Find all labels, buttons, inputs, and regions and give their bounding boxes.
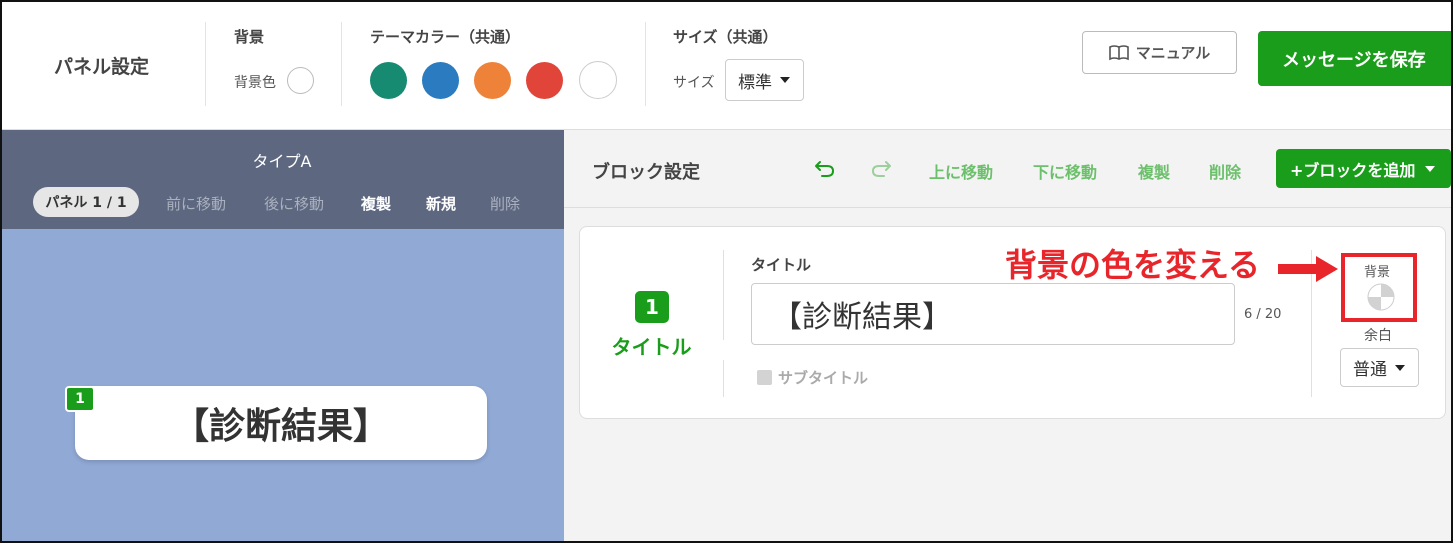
size-group-label: サイズ（共通） (673, 28, 778, 46)
divider (205, 22, 206, 106)
padding-select-value: 普通 (1353, 360, 1387, 380)
subtitle-toggle[interactable]: サブタイトル (757, 367, 868, 388)
save-message-button[interactable]: メッセージを保存 (1258, 31, 1453, 86)
subtitle-checkbox[interactable] (757, 370, 772, 385)
title-field-label: タイトル (751, 256, 812, 274)
book-icon (1108, 44, 1129, 61)
preview-title-block[interactable]: 【診断結果】 (75, 386, 487, 460)
theme-color-swatch-white[interactable] (579, 61, 617, 99)
block-settings-toolbar: ブロック設定 上に移動 下に移動 複製 削除 +ブロックを追加 (564, 130, 1453, 208)
panel-settings-header: パネル設定 背景 背景色 テーマカラー（共通） サイズ（共通） サイズ 標準 マ… (0, 0, 1453, 130)
move-up-button[interactable]: 上に移動 (929, 159, 993, 183)
block-settings-title: ブロック設定 (592, 162, 700, 183)
move-next-button[interactable]: 後に移動 (264, 193, 324, 214)
duplicate-panel-button[interactable]: 複製 (361, 193, 391, 214)
theme-color-swatch-red[interactable] (526, 62, 563, 99)
add-block-label: +ブロックを追加 (1290, 160, 1416, 180)
arrow-right-icon (1278, 254, 1340, 288)
redo-icon[interactable] (870, 158, 892, 182)
panel-preview-canvas: 【診断結果】 1 (0, 229, 564, 543)
panel-type-title: タイプA (252, 152, 312, 171)
block-type-name: タイトル (611, 335, 692, 359)
page-title: パネル設定 (54, 56, 150, 78)
divider (645, 22, 646, 106)
manual-button[interactable]: マニュアル (1082, 31, 1237, 74)
annotation-text: 背景の色を変える (1005, 246, 1261, 284)
size-select[interactable]: 標準 (725, 59, 804, 101)
manual-button-label: マニュアル (1135, 44, 1211, 62)
theme-color-swatch-blue[interactable] (422, 62, 459, 99)
theme-color-swatch-teal[interactable] (370, 62, 407, 99)
panel-page-pill[interactable]: パネル 1 / 1 (33, 187, 139, 217)
chevron-down-icon (1425, 165, 1436, 172)
move-down-button[interactable]: 下に移動 (1033, 159, 1097, 183)
background-color-label: 背景色 (234, 75, 276, 91)
panel-toolbar: タイプA パネル 1 / 1 前に移動 後に移動 複製 新規 削除 (0, 130, 564, 229)
divider (723, 360, 724, 397)
background-group-label: 背景 (234, 28, 265, 46)
size-select-value: 標準 (738, 72, 772, 93)
background-color-swatch[interactable] (287, 67, 314, 94)
delete-panel-button[interactable]: 削除 (490, 193, 520, 214)
new-panel-button[interactable]: 新規 (426, 193, 456, 214)
duplicate-block-button[interactable]: 複製 (1138, 159, 1170, 183)
theme-color-label: テーマカラー（共通） (370, 28, 521, 46)
block-number-badge: 1 (635, 291, 669, 323)
add-block-button[interactable]: +ブロックを追加 (1276, 149, 1451, 188)
padding-label: 余白 (1364, 328, 1392, 344)
chevron-down-icon (780, 77, 790, 83)
preview-block-number: 1 (65, 386, 95, 412)
move-prev-button[interactable]: 前に移動 (166, 193, 226, 214)
undo-icon[interactable] (814, 158, 836, 182)
divider (341, 22, 342, 106)
theme-color-swatch-orange[interactable] (474, 62, 511, 99)
divider (723, 250, 724, 340)
padding-select[interactable]: 普通 (1340, 348, 1419, 387)
size-label: サイズ (673, 75, 715, 91)
char-counter: 6 / 20 (1244, 307, 1282, 322)
title-input[interactable]: 【診断結果】 (751, 283, 1235, 345)
subtitle-label: サブタイトル (778, 369, 869, 387)
delete-block-button[interactable]: 削除 (1209, 159, 1241, 183)
highlight-box (1341, 253, 1417, 322)
chevron-down-icon (1395, 364, 1405, 371)
